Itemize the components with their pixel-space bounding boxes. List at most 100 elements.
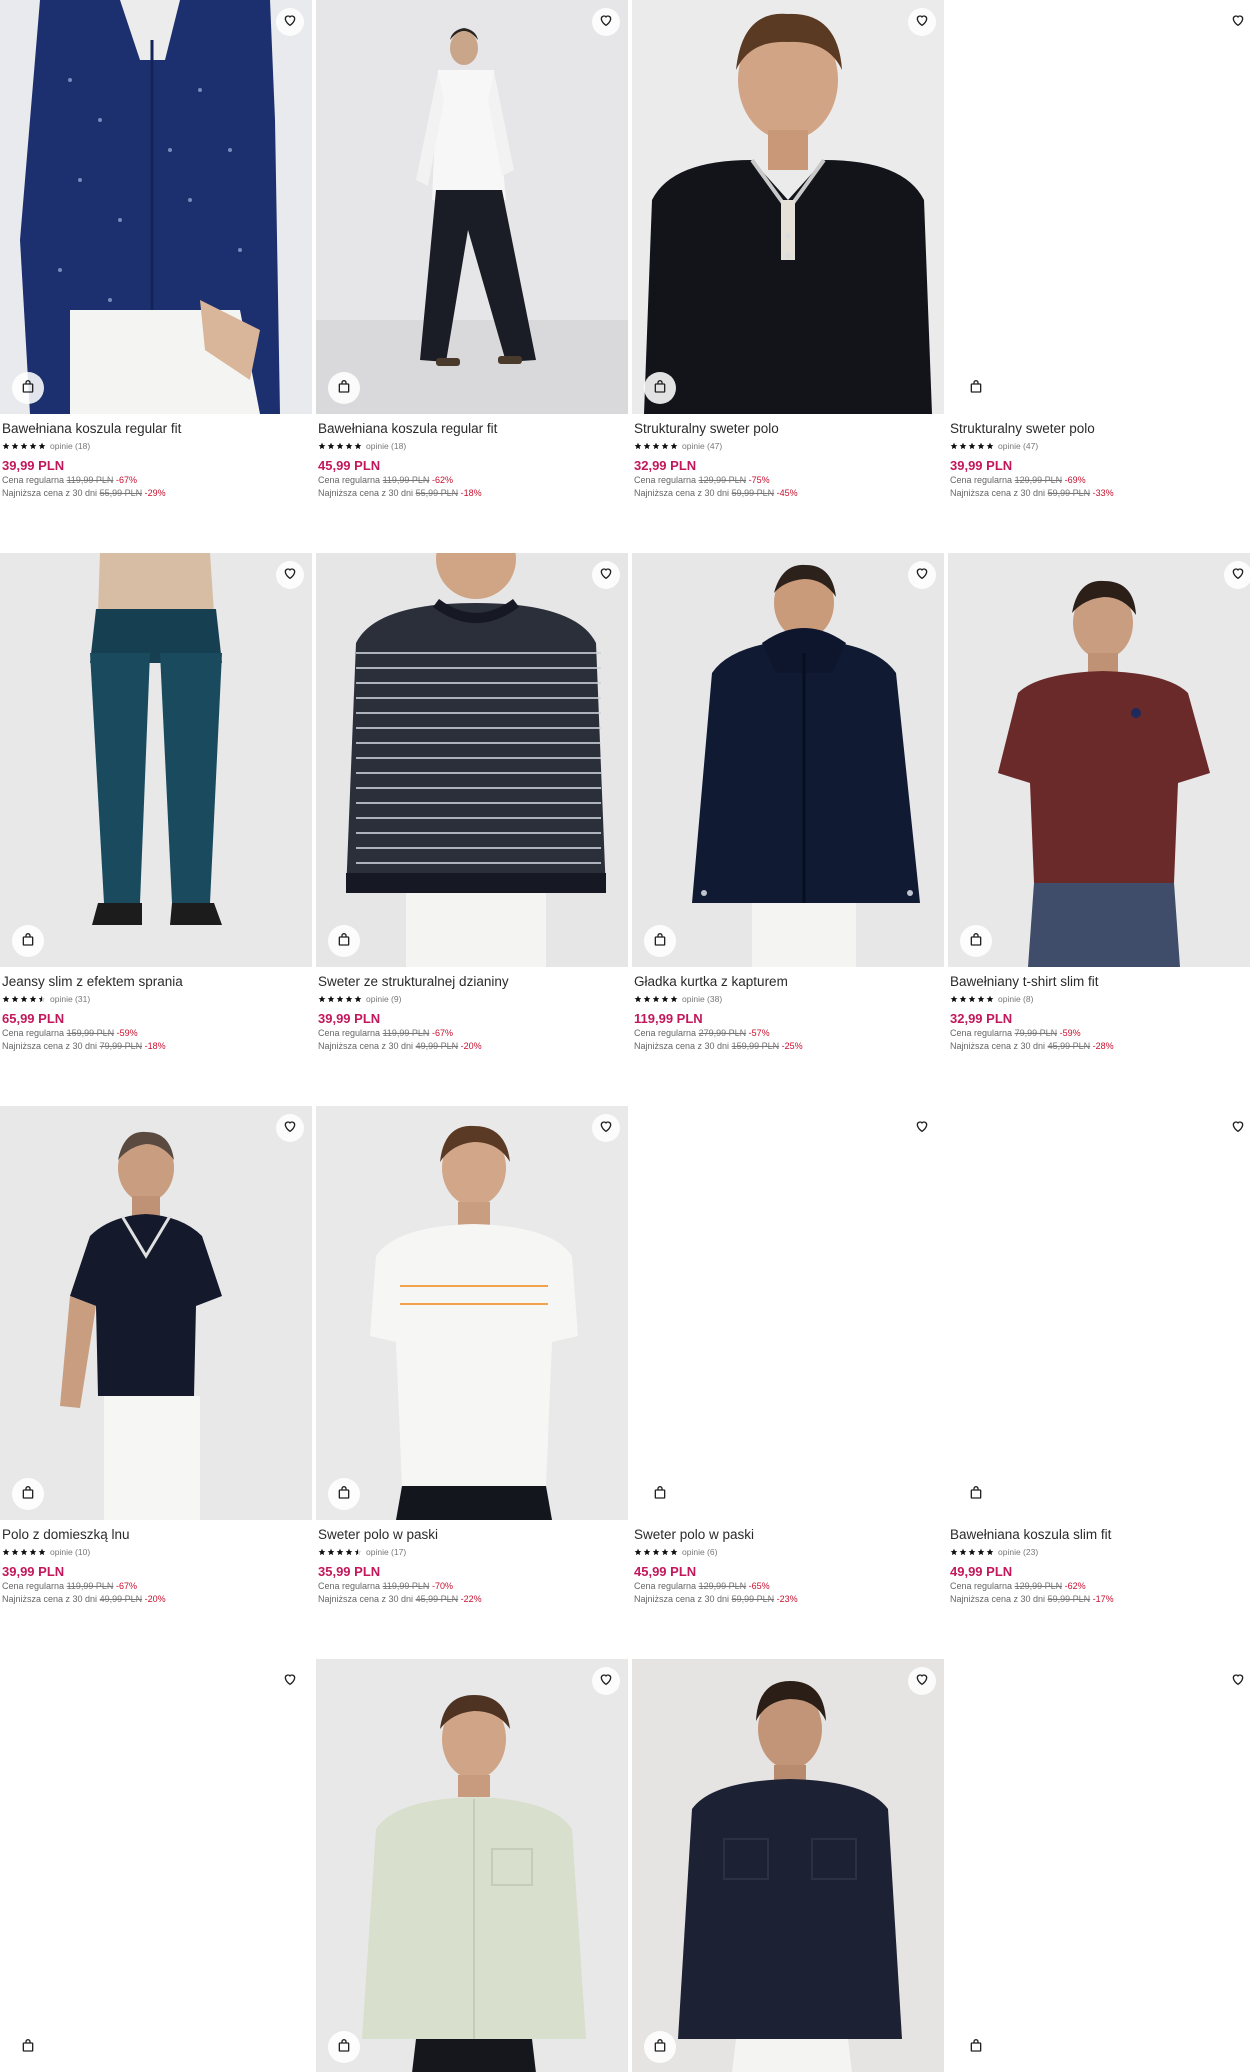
product-name[interactable]: Sweter polo w paski	[634, 1526, 942, 1544]
product-name[interactable]: Bawełniana koszula slim fit	[950, 1526, 1250, 1544]
favorite-button[interactable]	[276, 561, 304, 589]
favorite-button[interactable]	[592, 561, 620, 589]
product-name[interactable]: Sweter ze strukturalnej dzianiny	[318, 973, 626, 991]
product-card[interactable]: Bawełniany t-shirt slim fit opinie (8) 3…	[948, 553, 1250, 1053]
add-to-cart-button[interactable]	[12, 2031, 44, 2063]
product-image[interactable]	[316, 1106, 628, 1520]
star-icon	[354, 442, 362, 450]
product-name[interactable]: Sweter polo w paski	[318, 1526, 626, 1544]
add-to-cart-button[interactable]	[328, 2031, 360, 2063]
product-card[interactable]: Strukturalny sweter polo opinie (47) 39,…	[948, 0, 1250, 500]
product-card[interactable]: Sweter polo w paski opinie (6) 45,99 PLN…	[632, 1106, 944, 1606]
add-to-cart-button[interactable]	[12, 1478, 44, 1510]
review-count[interactable]: opinie (23)	[998, 1547, 1038, 1557]
product-card[interactable]: Sweter polo w paski opinie (17) 35,99 PL…	[316, 1106, 628, 1606]
review-count[interactable]: opinie (6)	[682, 1547, 717, 1557]
product-image[interactable]	[948, 0, 1250, 414]
review-count[interactable]: opinie (18)	[366, 441, 406, 451]
add-to-cart-button[interactable]	[328, 925, 360, 957]
review-count[interactable]: opinie (47)	[682, 441, 722, 451]
favorite-button[interactable]	[276, 1114, 304, 1142]
star-icon	[354, 1548, 362, 1556]
product-card[interactable]	[316, 1659, 628, 2072]
add-to-cart-button[interactable]	[644, 2031, 676, 2063]
price: 32,99 PLN	[950, 1011, 1013, 1026]
product-name[interactable]: Bawełniana koszula regular fit	[2, 420, 310, 438]
add-to-cart-button[interactable]	[644, 1478, 676, 1510]
product-card[interactable]: Sweter ze strukturalnej dzianiny opinie …	[316, 553, 628, 1053]
product-name[interactable]: Strukturalny sweter polo	[950, 420, 1250, 438]
favorite-button[interactable]	[908, 8, 936, 36]
product-card[interactable]	[948, 1659, 1250, 2072]
product-image[interactable]	[316, 553, 628, 967]
product-image[interactable]	[0, 1106, 312, 1520]
add-to-cart-button[interactable]	[960, 925, 992, 957]
add-to-cart-button[interactable]	[328, 372, 360, 404]
add-to-cart-button[interactable]	[644, 372, 676, 404]
product-name[interactable]: Bawełniany t-shirt slim fit	[950, 973, 1250, 991]
add-to-cart-button[interactable]	[960, 2031, 992, 2063]
star-icon	[661, 442, 669, 450]
product-name[interactable]: Polo z domieszką lnu	[2, 1526, 310, 1544]
stars	[2, 1548, 46, 1556]
review-count[interactable]: opinie (10)	[50, 1547, 90, 1557]
product-image[interactable]	[0, 0, 312, 414]
product-image[interactable]	[316, 0, 628, 414]
lowest-price-line: Najniższa cena z 30 dni 55,99 PLN -18%	[318, 488, 482, 498]
product-card[interactable]: Jeansy slim z efektem sprania opinie (31…	[0, 553, 312, 1053]
favorite-button[interactable]	[908, 1114, 936, 1142]
add-to-cart-button[interactable]	[12, 925, 44, 957]
product-image[interactable]	[632, 0, 944, 414]
product-card[interactable]: Bawełniana koszula regular fit opinie (1…	[316, 0, 628, 500]
review-count[interactable]: opinie (17)	[366, 1547, 406, 1557]
product-image[interactable]	[316, 1659, 628, 2072]
favorite-button[interactable]	[592, 1114, 620, 1142]
product-image[interactable]	[632, 1106, 944, 1520]
product-name[interactable]: Gładka kurtka z kapturem	[634, 973, 942, 991]
product-image[interactable]	[632, 553, 944, 967]
favorite-button[interactable]	[1224, 8, 1250, 36]
review-count[interactable]: opinie (47)	[998, 441, 1038, 451]
add-to-cart-button[interactable]	[12, 372, 44, 404]
review-count[interactable]: opinie (8)	[998, 994, 1033, 1004]
add-to-cart-button[interactable]	[960, 372, 992, 404]
review-count[interactable]: opinie (38)	[682, 994, 722, 1004]
product-card[interactable]: Gładka kurtka z kapturem opinie (38) 119…	[632, 553, 944, 1053]
favorite-button[interactable]	[908, 1667, 936, 1695]
review-count[interactable]: opinie (31)	[50, 994, 90, 1004]
add-to-cart-button[interactable]	[328, 1478, 360, 1510]
product-image[interactable]	[948, 1106, 1250, 1520]
star-icon	[652, 442, 660, 450]
favorite-button[interactable]	[1224, 1114, 1250, 1142]
add-to-cart-button[interactable]	[644, 925, 676, 957]
favorite-button[interactable]	[592, 8, 620, 36]
product-image[interactable]	[0, 553, 312, 967]
favorite-button[interactable]	[276, 1667, 304, 1695]
product-card[interactable]: Bawełniana koszula slim fit opinie (23) …	[948, 1106, 1250, 1606]
product-image[interactable]	[948, 1659, 1250, 2072]
review-count[interactable]: opinie (9)	[366, 994, 401, 1004]
favorite-button[interactable]	[592, 1667, 620, 1695]
add-to-cart-button[interactable]	[960, 1478, 992, 1510]
favorite-button[interactable]	[1224, 1667, 1250, 1695]
product-card[interactable]	[0, 1659, 312, 2072]
rating: opinie (8)	[950, 993, 1250, 1005]
favorite-button[interactable]	[908, 561, 936, 589]
product-name[interactable]: Jeansy slim z efektem sprania	[2, 973, 310, 991]
favorite-button[interactable]	[276, 8, 304, 36]
regular-price-line: Cena regularna 119,99 PLN -67%	[318, 1028, 453, 1038]
heart-icon	[598, 1671, 614, 1692]
rating: opinie (47)	[950, 440, 1250, 452]
product-name[interactable]: Strukturalny sweter polo	[634, 420, 942, 438]
product-name[interactable]: Bawełniana koszula regular fit	[318, 420, 626, 438]
product-card[interactable]: Strukturalny sweter polo opinie (47) 32,…	[632, 0, 944, 500]
product-image[interactable]	[0, 1659, 312, 2072]
product-card[interactable]: Polo z domieszką lnu opinie (10) 39,99 P…	[0, 1106, 312, 1606]
product-image[interactable]	[948, 553, 1250, 967]
favorite-button[interactable]	[1224, 561, 1250, 589]
review-count[interactable]: opinie (18)	[50, 441, 90, 451]
product-card[interactable]	[632, 1659, 944, 2072]
regular-price-line: Cena regularna 129,99 PLN -69%	[950, 475, 1086, 485]
product-image[interactable]	[632, 1659, 944, 2072]
product-card[interactable]: Bawełniana koszula regular fit opinie (1…	[0, 0, 312, 500]
